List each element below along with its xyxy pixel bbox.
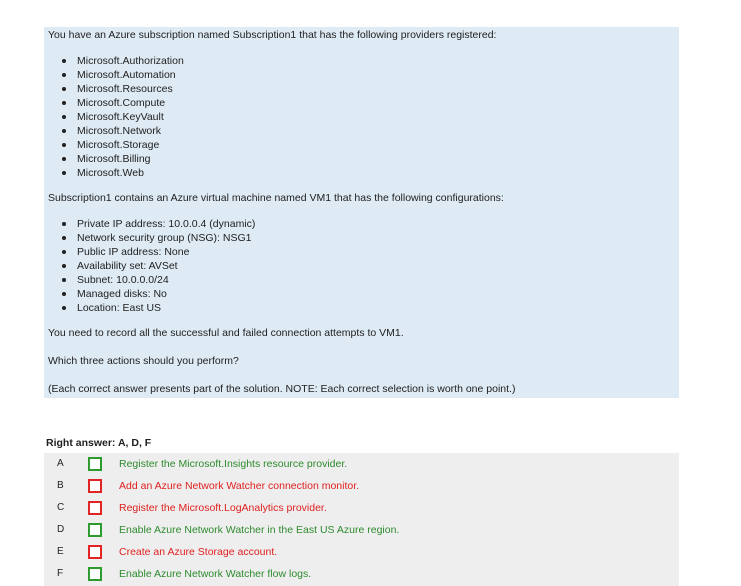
bullet-icon bbox=[62, 264, 66, 268]
answer-text: Enable Azure Network Watcher flow logs. bbox=[119, 568, 312, 580]
vm-config-list: Private IP address: 10.0.0.4 (dynamic) N… bbox=[48, 217, 255, 315]
list-item: Microsoft.Compute bbox=[60, 96, 184, 110]
answer-option-d[interactable]: D Enable Azure Network Watcher in the Ea… bbox=[44, 519, 679, 541]
answer-letter: D bbox=[57, 524, 65, 535]
answer-option-a[interactable]: A Register the Microsoft.Insights resour… bbox=[44, 453, 679, 475]
list-item: Availability set: AVSet bbox=[60, 259, 255, 273]
bullet-icon bbox=[62, 143, 66, 147]
answer-letter: C bbox=[57, 502, 65, 513]
list-item: Private IP address: 10.0.0.4 (dynamic) bbox=[60, 217, 255, 231]
answer-letter: A bbox=[57, 458, 64, 469]
bullet-icon bbox=[62, 115, 66, 119]
answer-letter: E bbox=[57, 546, 64, 557]
wrong-checkbox-icon[interactable] bbox=[88, 479, 102, 493]
correct-checkbox-icon[interactable] bbox=[88, 567, 102, 581]
list-item: Location: East US bbox=[60, 301, 255, 315]
answer-options: A Register the Microsoft.Insights resour… bbox=[44, 453, 679, 586]
list-item: Network security group (NSG): NSG1 bbox=[60, 231, 255, 245]
bullet-icon bbox=[62, 101, 66, 105]
question-note: (Each correct answer presents part of th… bbox=[48, 383, 516, 395]
list-item: Microsoft.Automation bbox=[60, 68, 184, 82]
bullet-icon bbox=[62, 250, 66, 254]
answer-option-f[interactable]: F Enable Azure Network Watcher flow logs… bbox=[44, 563, 679, 585]
bullet-icon bbox=[62, 129, 66, 133]
answer-text: Add an Azure Network Watcher connection … bbox=[119, 480, 360, 492]
correct-checkbox-icon[interactable] bbox=[88, 457, 102, 471]
correct-checkbox-icon[interactable] bbox=[88, 523, 102, 537]
list-item: Microsoft.Authorization bbox=[60, 54, 184, 68]
bullet-icon bbox=[62, 59, 66, 63]
bullet-icon bbox=[62, 278, 66, 282]
wrong-checkbox-icon[interactable] bbox=[88, 501, 102, 515]
vm-intro: Subscription1 contains an Azure virtual … bbox=[48, 192, 504, 204]
list-item: Managed disks: No bbox=[60, 287, 255, 301]
list-item: Public IP address: None bbox=[60, 245, 255, 259]
bullet-icon bbox=[62, 171, 66, 175]
answer-letter: F bbox=[57, 568, 64, 579]
bullet-icon bbox=[62, 292, 66, 296]
answer-text: Enable Azure Network Watcher in the East… bbox=[119, 524, 400, 536]
bullet-icon bbox=[62, 157, 66, 161]
bullet-icon bbox=[62, 87, 66, 91]
wrong-checkbox-icon[interactable] bbox=[88, 545, 102, 559]
bullet-icon bbox=[62, 222, 66, 226]
list-item: Microsoft.Resources bbox=[60, 82, 184, 96]
bullet-icon bbox=[62, 236, 66, 240]
list-item: Microsoft.Web bbox=[60, 166, 184, 180]
list-item: Microsoft.KeyVault bbox=[60, 110, 184, 124]
list-item: Microsoft.Storage bbox=[60, 138, 184, 152]
question-panel: You have an Azure subscription named Sub… bbox=[44, 27, 679, 398]
answer-option-b[interactable]: B Add an Azure Network Watcher connectio… bbox=[44, 475, 679, 497]
bullet-icon bbox=[62, 306, 66, 310]
right-answer-label: Right answer: A, D, F bbox=[46, 437, 152, 449]
answer-text: Create an Azure Storage account. bbox=[119, 546, 278, 558]
question-prompt: Which three actions should you perform? bbox=[48, 355, 239, 367]
list-item: Microsoft.Network bbox=[60, 124, 184, 138]
bullet-icon bbox=[62, 73, 66, 77]
question-intro: You have an Azure subscription named Sub… bbox=[48, 29, 497, 41]
answer-text: Register the Microsoft.LogAnalytics prov… bbox=[119, 502, 327, 514]
answer-option-e[interactable]: E Create an Azure Storage account. bbox=[44, 541, 679, 563]
providers-list: Microsoft.Authorization Microsoft.Automa… bbox=[48, 54, 184, 180]
list-item: Subnet: 10.0.0.0/24 bbox=[60, 273, 255, 287]
answer-letter: B bbox=[57, 480, 64, 491]
answer-option-c[interactable]: C Register the Microsoft.LogAnalytics pr… bbox=[44, 497, 679, 519]
answer-text: Register the Microsoft.Insights resource… bbox=[119, 458, 348, 470]
list-item: Microsoft.Billing bbox=[60, 152, 184, 166]
requirement-text: You need to record all the successful an… bbox=[48, 327, 404, 339]
